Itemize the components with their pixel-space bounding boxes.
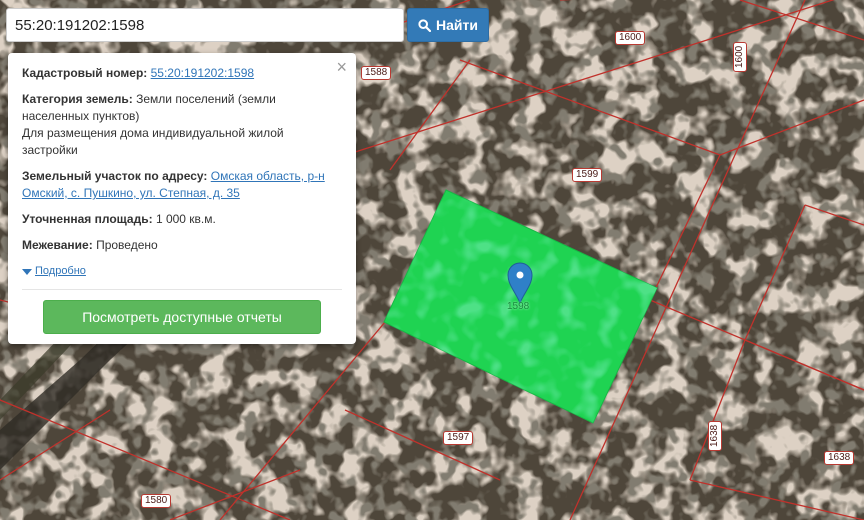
plot-label-1638-vertical: 1638 (708, 420, 722, 451)
cadastral-number-label: Кадастровый номер: (22, 66, 148, 80)
search-icon (418, 18, 432, 32)
land-category-row: Категория земель: Земли поселений (земли… (22, 91, 342, 159)
survey-value: Проведено (96, 238, 158, 252)
plot-label-1588: 1588 (361, 66, 392, 80)
address-row: Земельный участок по адресу: Омская обла… (22, 168, 342, 202)
caret-down-icon (22, 268, 32, 275)
land-purpose: Для размещения дома индивидуальной жилой… (22, 126, 284, 157)
area-row: Уточненная площадь: 1 000 кв.м. (22, 211, 342, 228)
plot-label-1638: 1638 (824, 451, 855, 465)
search-button[interactable]: Найти (407, 8, 489, 42)
search-input[interactable] (6, 8, 404, 42)
details-toggle[interactable]: Подробно (22, 263, 342, 280)
plot-label-1599: 1599 (572, 168, 603, 182)
area-label: Уточненная площадь: (22, 212, 153, 226)
cadastral-number-link[interactable]: 55:20:191202:1598 (151, 66, 254, 80)
close-icon[interactable]: × (336, 57, 347, 77)
view-reports-button[interactable]: Посмотреть доступные отчеты (43, 300, 321, 334)
selected-plot-label: 1598 (507, 301, 530, 312)
plot-label-1600: 1600 (615, 31, 646, 45)
area-value: 1 000 кв.м. (155, 212, 216, 226)
details-link[interactable]: Подробно (35, 263, 86, 280)
parcel-info-popup: × Кадастровый номер: 55:20:191202:1598 К… (8, 53, 356, 344)
plot-label-1580: 1580 (141, 494, 172, 508)
address-label: Земельный участок по адресу: (22, 169, 208, 183)
search-button-label: Найти (436, 17, 478, 33)
land-category-label: Категория земель: (22, 92, 133, 106)
plot-label-1600-vertical: 1600 (733, 41, 747, 72)
survey-row: Межевание: Проведено (22, 237, 342, 254)
divider (22, 289, 342, 290)
survey-label: Межевание: (22, 238, 93, 252)
cadastral-number-row: Кадастровый номер: 55:20:191202:1598 (22, 65, 342, 82)
plot-label-1597: 1597 (443, 431, 474, 445)
